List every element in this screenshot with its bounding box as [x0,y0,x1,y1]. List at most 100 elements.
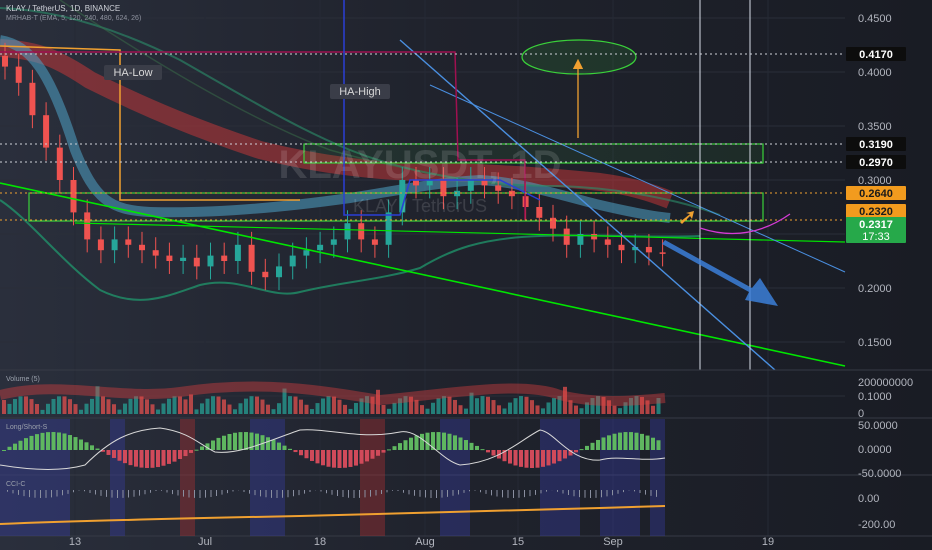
volume-bar [62,396,67,414]
volume-bar [46,403,50,414]
y-tick-label: 0.2000 [858,283,892,295]
long-short-bar [486,450,490,453]
y-tick-label: 0.1000 [858,391,892,403]
long-short-bar [365,450,369,462]
long-short-bar [40,432,45,450]
long-short-bar [381,450,386,453]
long-short-bar [376,450,380,456]
long-short-bar [513,450,518,466]
volume-bar [414,399,419,414]
long-short-bar [216,437,221,450]
long-short-y-tick: -50.0000 [858,468,901,480]
long-short-bar [475,445,479,450]
volume-bar [288,396,292,414]
long-short-bar [464,440,468,450]
long-short-bar [601,437,606,450]
volume-bar [227,404,232,414]
long-short-bar [629,432,633,450]
long-short-bar [337,450,342,468]
candle-body [317,244,324,251]
long-short-bar [222,435,226,450]
long-short-bar [398,443,402,450]
volume-bar [348,408,353,414]
long-short-bar [128,450,133,466]
volume-bar [172,396,177,414]
chart-root: 0.45000.40000.35000.30000.25000.20000.15… [0,0,932,550]
volume-bar [183,399,188,414]
candle-body [97,239,104,251]
long-short-bar [332,450,336,468]
volume-bar [326,396,331,414]
candle-body [221,255,228,261]
long-short-bar [29,435,34,450]
candle-body [371,239,378,245]
y-tick-label: 0.4500 [858,13,892,25]
long-short-bar [354,450,358,466]
trading-chart[interactable]: 0.45000.40000.35000.30000.25000.20000.15… [0,0,932,550]
long-short-bar [425,432,430,450]
long-short-bar [194,449,199,451]
long-short-bar [211,440,215,450]
long-short-bar [117,450,122,461]
price-tag-label: 0.3190 [859,139,893,151]
long-short-bar [244,432,248,450]
long-short-bar [343,450,347,468]
long-short-bar [403,440,408,450]
volume-bar [486,396,490,414]
long-short-bar [392,446,397,450]
volume-bar [178,396,182,414]
long-short-bar [519,450,523,467]
long-short-bar [227,433,232,450]
long-short-bar [35,434,39,450]
candle-body [262,271,269,278]
long-short-bar [607,435,611,450]
long-short-bar [156,450,160,468]
volume-bar [535,405,540,414]
long-short-bar [178,450,182,459]
x-tick-label: 13 [69,536,81,548]
volume-bar [255,396,259,414]
volume-bar [249,396,254,414]
candle-body [15,66,22,83]
long-short-bar [442,432,446,450]
long-short-bar [651,437,655,450]
long-short-bar [79,439,83,450]
volume-bar [211,396,215,414]
long-short-bar [266,437,270,450]
candle-body [207,255,214,267]
long-short-bar [326,450,331,467]
volume-bar [51,398,56,414]
long-short-bar [491,450,496,456]
volume-bar [244,398,248,414]
signal-band [360,419,385,536]
ha-high-label: HA-High [339,86,381,98]
long-short-bar [84,442,89,450]
volume-bar [271,409,276,414]
long-short-bar [645,435,650,450]
long-short-bar [24,438,28,450]
signal-band [540,419,580,536]
candle-body [358,223,365,240]
long-short-bar [304,450,309,459]
volume-y-tick: 0 [858,408,864,420]
watermark-main: KLAYUSDT, 1D [278,143,561,187]
long-short-bar [233,432,237,450]
candle-body [152,250,159,256]
long-short-bar [68,435,72,450]
volume-bar [128,398,133,414]
volume-bar [392,402,397,414]
volume-bar [524,396,529,414]
volume-bar [161,403,166,414]
volume-bar [123,403,127,414]
long-short-bar [535,450,540,468]
long-short-bar [348,450,353,467]
volume-bar [167,398,171,414]
candle-body [2,55,8,67]
long-short-bar [310,450,314,461]
volume-pane-title: Volume (5) [6,376,40,383]
volume-bar [447,396,452,414]
long-short-bar [436,432,441,450]
volume-y-tick: 200000000 [858,377,913,389]
y-tick-label: 0.3500 [858,121,892,133]
long-short-bar [590,442,595,450]
